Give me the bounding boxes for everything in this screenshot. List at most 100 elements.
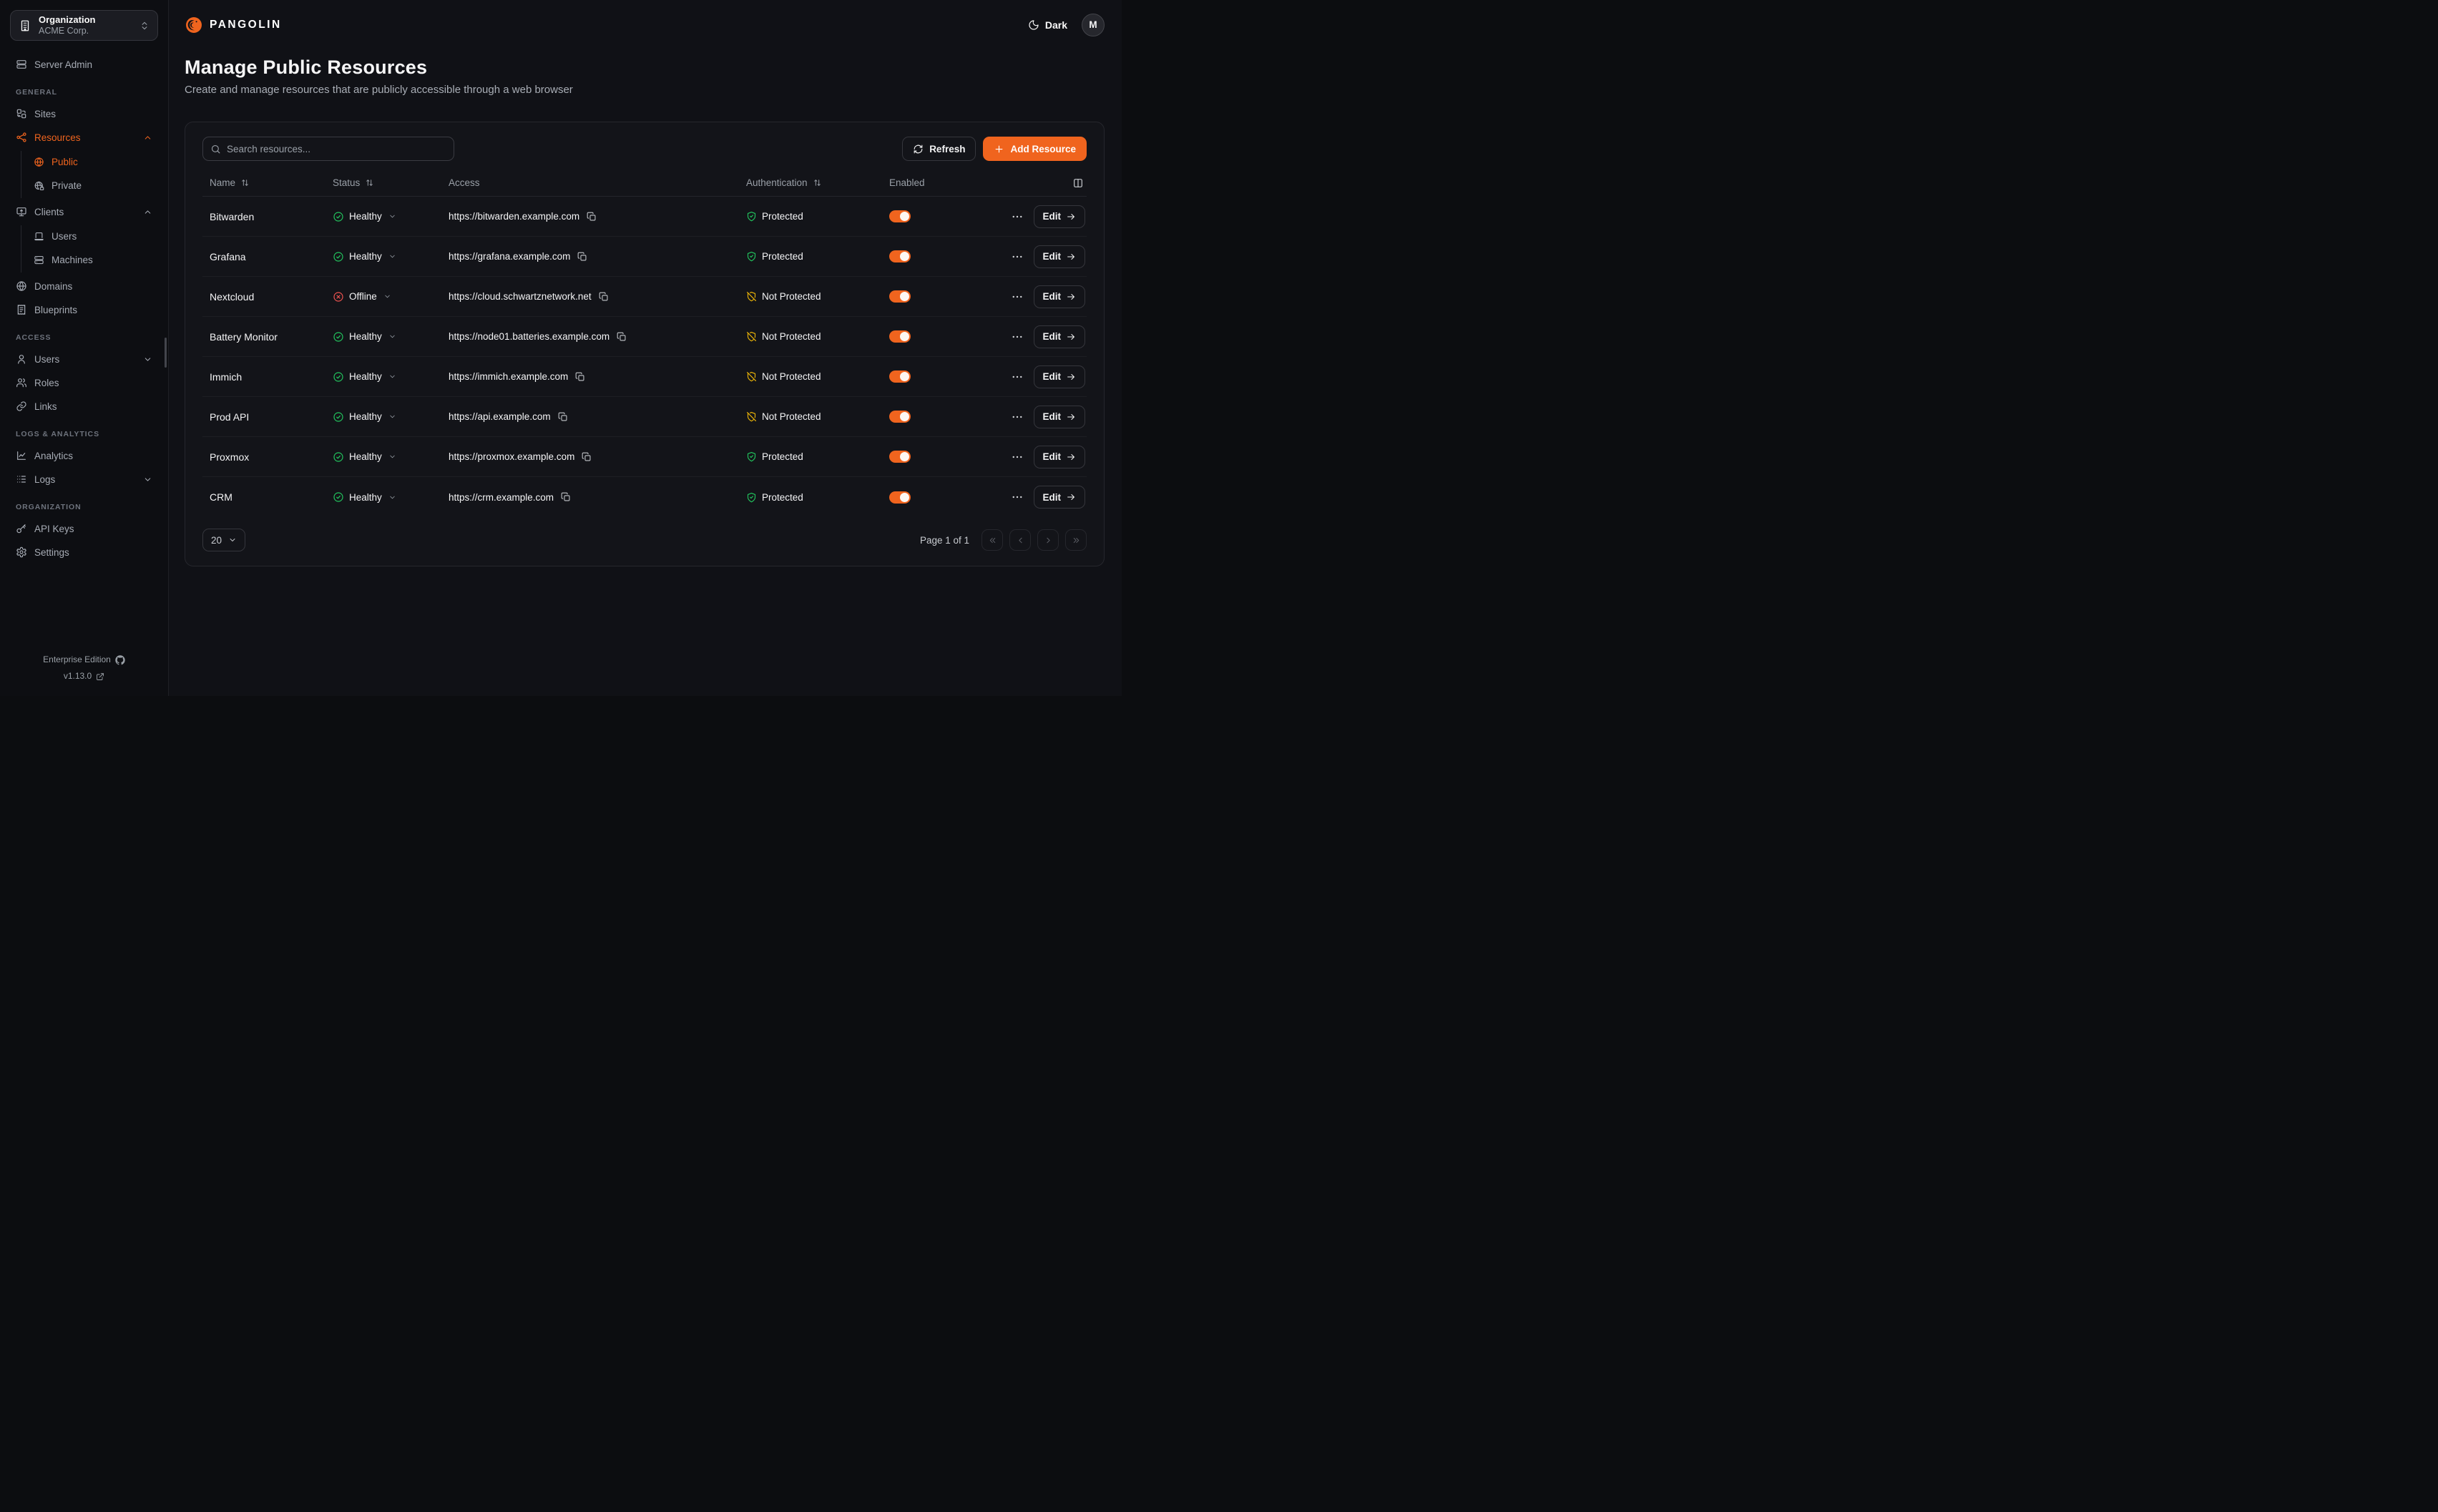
status-dropdown[interactable]: Healthy [325,411,441,423]
chevron-down-icon [383,293,391,300]
toggle-knob [900,332,909,341]
sidebar-item-sites[interactable]: Sites [10,103,158,124]
search-input[interactable] [227,144,446,154]
arrow-right-icon [1066,212,1076,222]
status-dropdown[interactable]: Healthy [325,211,441,222]
enabled-toggle[interactable] [889,370,911,383]
edit-button[interactable]: Edit [1034,245,1086,268]
status-healthy-icon [333,451,344,463]
sidebar-item-roles[interactable]: Roles [10,372,158,393]
sidebar-item-logs[interactable]: Logs [10,468,158,490]
row-menu-icon[interactable] [1011,330,1024,343]
page-info: Page 1 of 1 [920,535,969,546]
page-size-select[interactable]: 20 [202,529,245,551]
sites-icon [16,108,27,119]
sidebar-item-users[interactable]: Users [28,225,158,247]
sidebar-item-api-keys[interactable]: API Keys [10,518,158,539]
sidebar-scrollbar[interactable] [165,338,167,368]
enabled-toggle[interactable] [889,330,911,343]
copy-icon[interactable] [599,292,609,302]
copy-icon[interactable] [558,412,568,422]
edit-button[interactable]: Edit [1034,486,1086,509]
status-dropdown[interactable]: Healthy [325,451,441,463]
sidebar-item-domains[interactable]: Domains [10,275,158,297]
status-healthy-icon [333,211,344,222]
github-icon[interactable] [115,655,125,665]
status-dropdown[interactable]: Healthy [325,491,441,503]
sidebar-item-analytics[interactable]: Analytics [10,445,158,466]
key-icon [16,523,27,534]
row-menu-icon[interactable] [1011,250,1024,263]
sidebar-item-settings[interactable]: Settings [10,541,158,563]
edit-button[interactable]: Edit [1034,325,1086,348]
avatar[interactable]: M [1082,14,1105,36]
app-root: Organization ACME Corp. Server AdminGENE… [0,0,1122,696]
sidebar-item-label: Private [52,180,82,191]
refresh-button[interactable]: Refresh [902,137,976,161]
sidebar-item-private[interactable]: Private [28,175,158,196]
sidebar-item-machines[interactable]: Machines [28,249,158,270]
chevron-down-icon [388,413,396,421]
sidebar-item-links[interactable]: Links [10,396,158,417]
enabled-toggle[interactable] [889,491,911,504]
row-menu-icon[interactable] [1011,370,1024,383]
edit-button[interactable]: Edit [1034,406,1086,428]
columns-visibility-icon[interactable] [1072,177,1084,189]
edition-label: Enterprise Edition [43,652,111,668]
status-dropdown[interactable]: Offline [325,291,441,303]
sidebar-item-resources[interactable]: Resources [10,127,158,148]
enabled-toggle[interactable] [889,210,911,222]
enabled-toggle[interactable] [889,250,911,262]
next-page-button[interactable] [1037,529,1059,551]
main: PANGOLIN Dark M Manage Public Resources … [169,0,1122,696]
external-link-icon[interactable] [96,672,104,681]
copy-icon[interactable] [582,452,592,462]
resource-url: https://grafana.example.com [449,251,570,262]
edit-button[interactable]: Edit [1034,446,1086,468]
add-resource-button[interactable]: Add Resource [983,137,1087,161]
theme-toggle[interactable]: Dark [1028,19,1067,31]
copy-icon[interactable] [617,332,627,342]
row-menu-icon[interactable] [1011,451,1024,463]
prev-page-button[interactable] [1009,529,1031,551]
shield-off-icon [746,371,757,382]
sort-icon [240,178,250,187]
row-menu-icon[interactable] [1011,290,1024,303]
edit-button[interactable]: Edit [1034,365,1086,388]
org-selector-label: Organization [39,14,95,26]
chevron-down-icon [388,494,396,501]
sidebar-item-clients[interactable]: Clients [10,201,158,222]
sidebar-item-public[interactable]: Public [28,151,158,172]
receipt-icon [16,304,27,315]
first-page-button[interactable] [981,529,1003,551]
brand[interactable]: PANGOLIN [185,16,282,34]
last-page-button[interactable] [1065,529,1087,551]
copy-icon[interactable] [561,492,571,502]
status-dropdown[interactable]: Healthy [325,331,441,343]
status-dropdown[interactable]: Healthy [325,371,441,383]
enabled-toggle[interactable] [889,290,911,303]
sidebar-item-blueprints[interactable]: Blueprints [10,299,158,320]
org-selector[interactable]: Organization ACME Corp. [10,10,158,41]
edit-button[interactable]: Edit [1034,285,1086,308]
row-menu-icon[interactable] [1011,210,1024,223]
row-actions: Edit [1011,486,1087,509]
edit-button[interactable]: Edit [1034,205,1086,228]
resource-url: https://cloud.schwartznetwork.net [449,291,592,302]
enabled-toggle[interactable] [889,451,911,463]
copy-icon[interactable] [587,212,597,222]
copy-icon[interactable] [575,372,585,382]
enabled-actions-cell: Edit [882,486,1087,509]
enabled-toggle[interactable] [889,411,911,423]
sidebar-item-users[interactable]: Users [10,348,158,370]
version-label: v1.13.0 [64,668,92,684]
status-dropdown[interactable]: Healthy [325,251,441,262]
column-header-authentication[interactable]: Authentication [739,177,882,188]
row-actions: Edit [1011,325,1087,348]
column-header-name[interactable]: Name [202,177,325,188]
row-menu-icon[interactable] [1011,491,1024,504]
column-header-status[interactable]: Status [325,177,441,188]
row-menu-icon[interactable] [1011,411,1024,423]
copy-icon[interactable] [577,252,587,262]
sidebar-item-server-admin[interactable]: Server Admin [10,54,158,75]
